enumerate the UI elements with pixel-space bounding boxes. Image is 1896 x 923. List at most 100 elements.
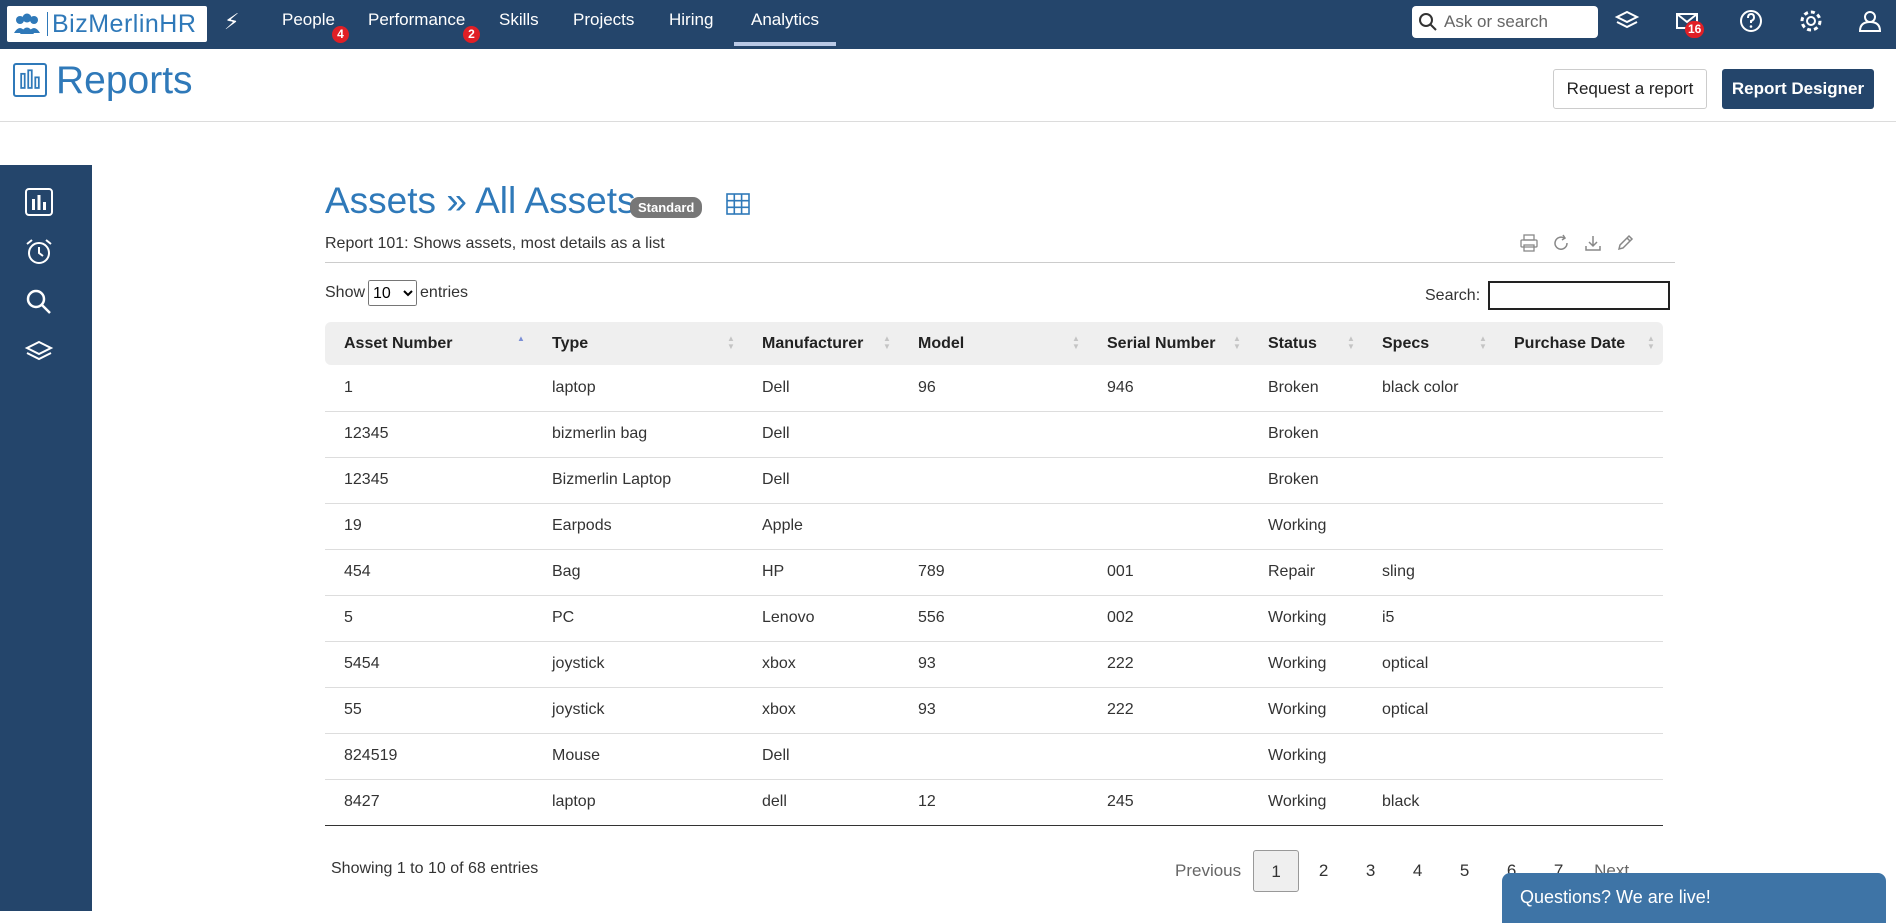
entries-label: entries <box>420 284 469 301</box>
table-cell: Bizmerlin Laptop <box>533 457 743 504</box>
request-report-button[interactable]: Request a report <box>1553 69 1707 109</box>
refresh-icon[interactable] <box>1552 234 1570 252</box>
table-row[interactable]: 1 laptop Dell 96 946 Broken black color <box>325 365 1663 412</box>
table-cell: 12 <box>899 779 1088 826</box>
divider <box>325 262 1675 263</box>
search-icon[interactable] <box>24 287 54 317</box>
page-button[interactable]: 2 <box>1300 850 1347 892</box>
quick-actions-bolt-icon[interactable]: ⚡ <box>224 9 239 35</box>
reports-chart-icon <box>13 63 47 97</box>
show-entries-control: Show 102550100 entries <box>325 280 468 306</box>
table-cell: 12345 <box>325 411 533 458</box>
download-icon[interactable] <box>1584 234 1602 252</box>
table-cell: Dell <box>743 457 899 504</box>
sort-arrows-icon[interactable]: ▲ <box>517 335 525 343</box>
table-cell: optical <box>1363 641 1495 688</box>
assets-table: Asset Number ▲ Type ▲ ▼ Manufacturer ▲ ▼ Model ▲ ▼… <box>325 322 1663 826</box>
help-icon[interactable] <box>1738 8 1764 34</box>
grid-view-icon[interactable] <box>726 193 750 215</box>
user-icon[interactable] <box>1857 8 1883 34</box>
nav-analytics[interactable]: Analytics <box>734 0 837 46</box>
previous-page-button[interactable]: Previous <box>1163 850 1253 892</box>
print-icon[interactable] <box>1520 234 1538 252</box>
table-cell <box>1495 595 1663 642</box>
nav-hiring[interactable]: Hiring <box>669 0 713 46</box>
column-header[interactable]: Type ▲ ▼ <box>533 322 743 365</box>
table-row[interactable]: 12345 Bizmerlin Laptop Dell Broken <box>325 457 1663 504</box>
search-icon <box>1419 13 1437 31</box>
sort-arrows-icon[interactable]: ▲ ▼ <box>883 335 891 351</box>
table-cell: xbox <box>743 687 899 734</box>
column-header-label: Asset Number <box>344 334 453 352</box>
search-label: Search: <box>1425 286 1481 304</box>
table-row[interactable]: 19 Earpods Apple Working <box>325 503 1663 550</box>
table-cell <box>1495 733 1663 780</box>
table-row[interactable]: 12345 bizmerlin bag Dell Broken <box>325 411 1663 458</box>
sort-arrows-icon[interactable]: ▲ ▼ <box>1479 335 1487 351</box>
sort-arrows-icon[interactable]: ▲ ▼ <box>1233 335 1241 351</box>
column-header[interactable]: Asset Number ▲ <box>325 322 533 365</box>
people-logo-icon <box>14 13 40 34</box>
table-cell: 222 <box>1088 687 1249 734</box>
sort-arrows-icon[interactable]: ▲ ▼ <box>1647 335 1655 351</box>
sort-arrows-icon[interactable]: ▲ ▼ <box>1347 335 1355 351</box>
sort-arrows-icon[interactable]: ▲ ▼ <box>727 335 735 351</box>
table-cell: dell <box>743 779 899 826</box>
edit-pencil-icon[interactable] <box>1616 234 1634 252</box>
table-row[interactable]: 824519 Mouse Dell Working <box>325 733 1663 780</box>
global-search-input[interactable] <box>1444 12 1594 32</box>
table-cell: 5454 <box>325 641 533 688</box>
table-search-input[interactable] <box>1488 281 1671 310</box>
live-chat-widget[interactable]: Questions? We are live! <box>1502 873 1886 923</box>
table-row[interactable]: 5 PC Lenovo 556 002 Working i5 <box>325 595 1663 642</box>
table-row[interactable]: 8427 laptop dell 12 245 Working black <box>325 779 1663 826</box>
reports-chart-icon[interactable] <box>24 187 54 217</box>
table-cell: Working <box>1249 779 1363 826</box>
column-header[interactable]: Manufacturer ▲ ▼ <box>743 322 899 365</box>
table-row[interactable]: 55 joystick xbox 93 222 Working optical <box>325 687 1663 734</box>
nav-skills[interactable]: Skills <box>499 0 539 46</box>
table-cell <box>899 503 1088 550</box>
table-cell <box>1363 503 1495 550</box>
table-row[interactable]: 5454 joystick xbox 93 222 Working optical <box>325 641 1663 688</box>
global-search[interactable] <box>1412 6 1598 38</box>
table-cell <box>1495 549 1663 596</box>
table-cell: 8427 <box>325 779 533 826</box>
nav-people[interactable]: People <box>282 0 335 46</box>
page-button[interactable]: 4 <box>1394 850 1441 892</box>
table-row[interactable]: 454 Bag HP 789 001 Repair sling <box>325 549 1663 596</box>
column-header-label: Model <box>918 334 965 352</box>
column-header[interactable]: Model ▲ ▼ <box>899 322 1088 365</box>
layers-icon[interactable] <box>24 337 54 367</box>
page-size-select[interactable]: 102550100 <box>368 280 418 306</box>
table-cell <box>1363 411 1495 458</box>
column-header[interactable]: Purchase Date ▲ ▼ <box>1495 322 1663 365</box>
nav-performance[interactable]: Performance <box>368 0 465 46</box>
table-cell: 96 <box>899 365 1088 412</box>
table-cell: laptop <box>533 365 743 412</box>
table-search: Search: <box>1425 281 1671 310</box>
table-cell: Broken <box>1249 411 1363 458</box>
column-header[interactable]: Status ▲ ▼ <box>1249 322 1363 365</box>
report-designer-button[interactable]: Report Designer <box>1722 69 1874 109</box>
page-button[interactable]: 1 <box>1253 850 1300 892</box>
bizmerlin-logo[interactable]: BizMerlinHR <box>7 6 207 42</box>
show-label: Show <box>325 284 366 301</box>
table-cell <box>1495 365 1663 412</box>
settings-icon[interactable] <box>1798 8 1824 34</box>
table-cell: joystick <box>533 641 743 688</box>
table-cell: 19 <box>325 503 533 550</box>
alarm-clock-icon[interactable] <box>24 237 54 267</box>
page-button[interactable]: 5 <box>1441 850 1488 892</box>
layers-icon[interactable] <box>1614 8 1640 34</box>
table-cell: xbox <box>743 641 899 688</box>
table-cell: Dell <box>743 733 899 780</box>
nav-projects[interactable]: Projects <box>573 0 634 46</box>
table-cell <box>1088 457 1249 504</box>
page-button[interactable]: 3 <box>1347 850 1394 892</box>
sort-arrows-icon[interactable]: ▲ ▼ <box>1072 335 1080 351</box>
column-header[interactable]: Serial Number ▲ ▼ <box>1088 322 1249 365</box>
column-header[interactable]: Specs ▲ ▼ <box>1363 322 1495 365</box>
table-info: Showing 1 to 10 of 68 entries <box>331 860 539 877</box>
column-header-label: Serial Number <box>1107 334 1216 352</box>
